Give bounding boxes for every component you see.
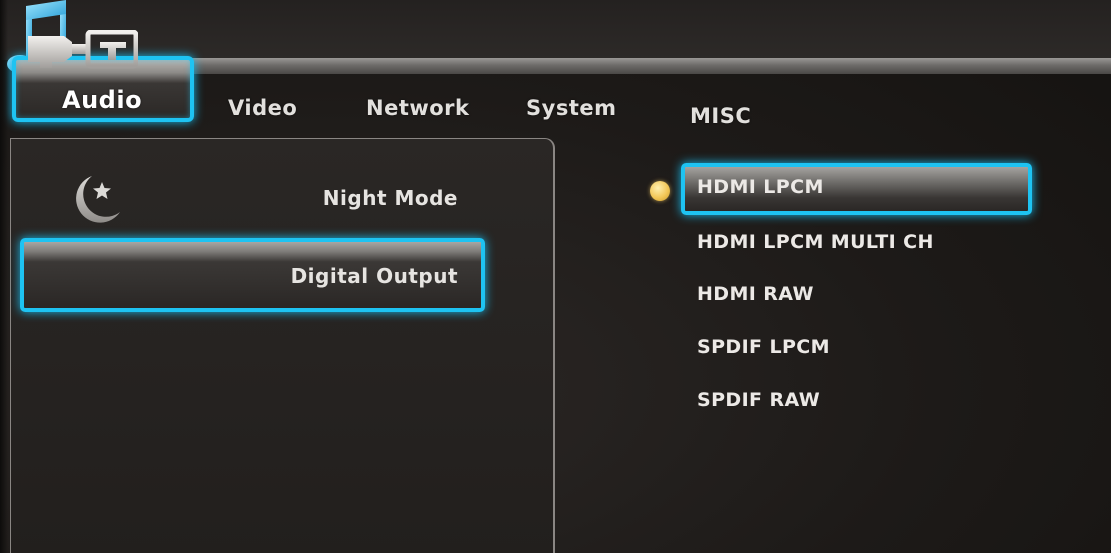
tab-system-label: System (526, 96, 617, 120)
option-hdmi-raw[interactable]: HDMI RAW (697, 283, 814, 305)
menu-item-digital-output-label: Digital Output (290, 264, 458, 288)
menu-item-night-mode[interactable]: Night Mode (300, 186, 458, 210)
tab-system[interactable]: System (526, 96, 616, 120)
option-spdif-raw[interactable]: SPDIF RAW (697, 389, 820, 411)
tab-misc[interactable]: MISC (690, 104, 751, 128)
tab-video[interactable]: Video (228, 96, 297, 120)
moon-star-icon (76, 176, 120, 223)
digital-output-icon (28, 30, 138, 69)
selected-bullet-icon (650, 181, 670, 201)
top-band (0, 0, 1111, 60)
tab-video-label: Video (228, 96, 298, 120)
option-hdmi-lpcm-label: HDMI LPCM (697, 176, 824, 198)
tab-network[interactable]: Network (366, 96, 470, 120)
tab-audio-label: Audio (62, 86, 143, 114)
option-spdif-lpcm[interactable]: SPDIF LPCM (697, 336, 830, 358)
tab-network-label: Network (366, 96, 470, 120)
screen-edge-shadow (0, 0, 8, 553)
tab-misc-label: MISC (690, 104, 752, 128)
option-hdmi-lpcm-multi-ch[interactable]: HDMI LPCM MULTI CH (697, 231, 934, 253)
tab-rail (190, 58, 1111, 74)
settings-screen: Audio Video Network System MISC Night Mo… (0, 0, 1111, 553)
